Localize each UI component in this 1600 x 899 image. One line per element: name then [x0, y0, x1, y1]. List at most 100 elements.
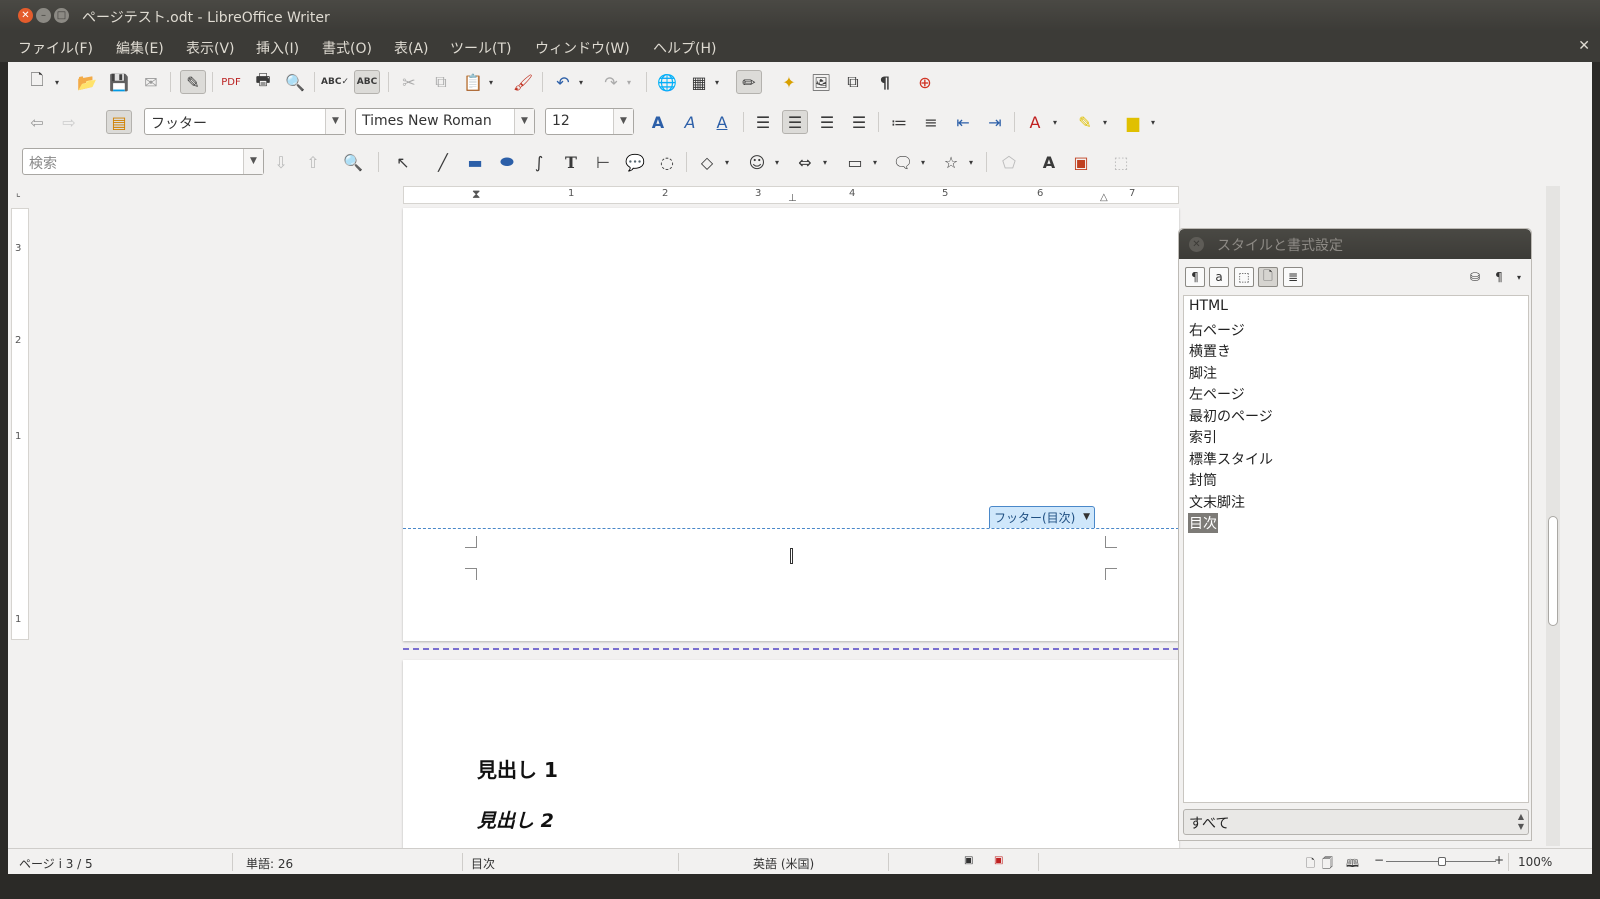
table-dropdown-icon[interactable]: ▾	[710, 70, 724, 94]
style-list[interactable]: HTML 右ページ 横置き 脚注 左ページ 最初のページ 索引 標準スタイル 封…	[1183, 295, 1529, 803]
document-page[interactable]: フッター(目次) ▼	[403, 208, 1179, 641]
new-dropdown-icon[interactable]: ▾	[50, 70, 64, 94]
fontwork-icon[interactable]: A	[1036, 150, 1062, 174]
print-icon[interactable]: 🖶	[250, 70, 276, 94]
from-file-icon[interactable]: ▣	[1068, 150, 1094, 174]
back-icon[interactable]: ⇦	[24, 110, 50, 134]
undo-dropdown-icon[interactable]: ▾	[574, 70, 588, 94]
close-icon[interactable]: ✕	[1189, 237, 1204, 252]
character-styles-icon[interactable]: a	[1209, 267, 1229, 287]
chevron-down-icon[interactable]: ▼	[243, 149, 263, 174]
vertical-ruler[interactable]: 3 2 1 1	[11, 208, 29, 640]
points-icon[interactable]: ⬠	[996, 150, 1022, 174]
cut-icon[interactable]: ✂	[396, 70, 422, 94]
callouts-dropdown-icon[interactable]: ▾	[916, 150, 930, 174]
scrollbar-thumb[interactable]	[1548, 516, 1558, 626]
right-indent-marker-icon[interactable]: △	[1100, 192, 1108, 203]
align-center-icon[interactable]: ☰	[782, 110, 808, 134]
font-name-combo[interactable]: Times New Roman ▼	[355, 108, 535, 135]
zoom-slider-knob[interactable]	[1438, 857, 1446, 866]
spin-arrows-icon[interactable]: ▲ ▼	[1518, 812, 1524, 832]
line-icon[interactable]: ╱	[430, 150, 456, 174]
paste-dropdown-icon[interactable]: ▾	[484, 70, 498, 94]
menu-edit[interactable]: 編集(E)	[116, 38, 164, 58]
menu-insert[interactable]: 挿入(I)	[256, 38, 299, 58]
chevron-down-icon[interactable]: ▼	[325, 109, 345, 134]
fill-format-mode-icon[interactable]: ⛁	[1465, 267, 1485, 287]
selection-mode-icon[interactable]: ▣	[964, 855, 973, 866]
align-left-icon[interactable]: ☰	[750, 110, 776, 134]
highlighting-dropdown-icon[interactable]: ▾	[1098, 110, 1112, 134]
redo-icon[interactable]: ↷	[598, 70, 624, 94]
hyperlink-icon[interactable]: 🌐	[654, 70, 680, 94]
style-item[interactable]: 封筒	[1188, 470, 1218, 490]
menu-help[interactable]: ヘルプ(H)	[653, 38, 716, 58]
window-close-icon[interactable]: ✕	[18, 8, 33, 23]
undo-icon[interactable]: ↶	[550, 70, 576, 94]
bullets-icon[interactable]: ≡	[918, 110, 944, 134]
document-page[interactable]: 見出し 1 見出し 2	[403, 660, 1179, 850]
paste-icon[interactable]: 📋	[460, 70, 486, 94]
find-replace-icon[interactable]: 🔍	[340, 150, 366, 174]
menu-tools[interactable]: ツール(T)	[450, 38, 511, 58]
font-color-dropdown-icon[interactable]: ▾	[1048, 110, 1062, 134]
block-arrows-icon[interactable]: ⇔	[792, 150, 818, 174]
select-pointer-icon[interactable]: ↖	[390, 150, 416, 174]
style-item[interactable]: 脚注	[1188, 363, 1218, 383]
freeform-line-icon[interactable]: ∫	[526, 150, 552, 174]
style-item[interactable]: 右ページ	[1188, 320, 1246, 340]
paragraph-style-combo[interactable]: フッター ▼	[144, 108, 346, 135]
word-count-status[interactable]: 単語: 26	[246, 855, 293, 872]
basic-shapes-dropdown-icon[interactable]: ▾	[720, 150, 734, 174]
style-item[interactable]: 左ページ	[1188, 384, 1246, 404]
zoom-in-icon[interactable]: +	[1494, 853, 1504, 867]
open-folder-icon[interactable]: 📂	[74, 70, 100, 94]
style-actions-dropdown-icon[interactable]: ▾	[1509, 267, 1529, 287]
highlighting-icon[interactable]: ✎	[1072, 110, 1098, 134]
symbol-shapes-icon[interactable]: ☺	[744, 150, 770, 174]
chevron-down-icon[interactable]: ▼	[613, 109, 633, 134]
zoom-out-icon[interactable]: −	[1374, 853, 1384, 867]
redo-dropdown-icon[interactable]: ▾	[622, 70, 636, 94]
background-color-dropdown-icon[interactable]: ▾	[1146, 110, 1160, 134]
zoom-level-status[interactable]: 100%	[1518, 855, 1552, 869]
page-styles-icon[interactable]: 🗋	[1258, 267, 1278, 287]
chevron-down-icon[interactable]: ▼	[514, 109, 534, 134]
find-combo[interactable]: 検索 ▼	[22, 148, 264, 175]
increase-indent-icon[interactable]: ⇥	[982, 110, 1008, 134]
decrease-indent-icon[interactable]: ⇤	[950, 110, 976, 134]
callouts-icon[interactable]: 🗨	[890, 150, 916, 174]
flowchart-dropdown-icon[interactable]: ▾	[868, 150, 882, 174]
menu-window[interactable]: ウィンドウ(W)	[535, 38, 630, 58]
window-minimize-icon[interactable]: –	[36, 8, 51, 23]
book-view-icon[interactable]: 🕮	[1346, 855, 1359, 874]
menu-format[interactable]: 書式(O)	[322, 38, 372, 58]
multi-page-view-icon[interactable]: 🗍	[1322, 855, 1333, 874]
paragraph-styles-icon[interactable]: ¶	[1185, 267, 1205, 287]
bold-icon[interactable]: A	[645, 110, 671, 134]
single-page-view-icon[interactable]: 🗋	[1306, 855, 1315, 874]
vertical-scrollbar[interactable]	[1546, 186, 1560, 846]
menu-file[interactable]: ファイル(F)	[18, 38, 93, 58]
numbering-icon[interactable]: ≔	[886, 110, 912, 134]
curve-icon[interactable]: ◌	[654, 150, 680, 174]
spellcheck-icon[interactable]: ABC✓	[321, 70, 349, 94]
style-item[interactable]: 横置き	[1188, 341, 1232, 361]
navigator-icon[interactable]: ✦	[776, 70, 802, 94]
text-icon[interactable]: T	[558, 150, 584, 174]
page-style-status[interactable]: 目次	[471, 855, 495, 872]
basic-shapes-icon[interactable]: ◇	[694, 150, 720, 174]
style-item[interactable]: HTML	[1188, 298, 1229, 314]
styles-formatting-icon[interactable]: ▤	[106, 110, 132, 134]
edit-mode-icon[interactable]: ✎	[180, 70, 206, 94]
style-item-selected[interactable]: 目次	[1188, 513, 1218, 533]
save-icon[interactable]: 💾	[106, 70, 132, 94]
find-next-icon[interactable]: ⇩	[268, 150, 294, 174]
extrusion-icon[interactable]: ⬚	[1108, 150, 1134, 174]
email-icon[interactable]: ✉	[138, 70, 164, 94]
style-item[interactable]: 索引	[1188, 427, 1218, 447]
data-sources-icon[interactable]: ⧉	[840, 70, 866, 94]
ellipse-icon[interactable]: ⬬	[494, 150, 520, 174]
find-previous-icon[interactable]: ⇧	[300, 150, 326, 174]
underline-icon[interactable]: A	[709, 110, 735, 134]
